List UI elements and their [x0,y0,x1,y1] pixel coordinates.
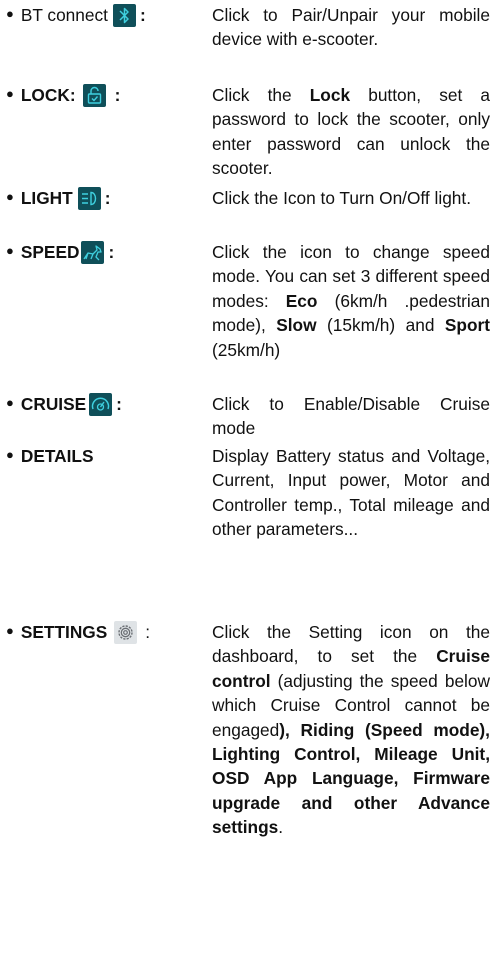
term-label: SPEED [20,241,80,262]
term-label: SETTINGS [20,621,108,642]
feature-term: ● LOCK: : [6,83,120,107]
feature-term: ● CRUISE : [6,392,122,416]
description-bold-text: Slow [276,315,317,336]
term-label: LIGHT [20,187,73,208]
description-text: (25km/h) [212,339,281,360]
horse-speed-icon [81,240,105,264]
feature-description: Click the Icon to Turn On/Off light. [212,186,490,210]
description-text: Click the Icon to Turn On/Off light. [212,188,472,208]
headlight-icon [77,186,101,210]
feature-description: Click the Lock button, set a password to… [212,83,490,181]
description-text: Display Battery status and Voltage, Curr… [212,446,490,540]
description-text: Click to Pair/Unpair your mobile device … [212,5,490,50]
term-label: LOCK [20,84,70,105]
feature-description: Click to Enable/Disable Cruise mode [212,392,490,441]
feature-description: Display Battery status and Voltage, Curr… [212,444,490,542]
settings-gear-icon [114,620,138,644]
description-bold-text: Lock [309,85,351,105]
term-label: BT connect [20,4,108,25]
description-text: Click the [212,85,310,105]
lock-icon [82,83,106,107]
description-bold-text: Eco [285,290,318,311]
description-text: . [278,817,284,838]
feature-description: Click the Setting icon on the dashboard,… [212,620,490,840]
feature-term: ● DETAILS [6,444,94,468]
description-bold-text: Sport [444,315,490,336]
feature-description: Click to Pair/Unpair your mobile device … [212,3,490,52]
feature-term: ● BT connect : [6,3,146,27]
description-text: Click to Enable/Disable Cruise mode [212,394,490,439]
bluetooth-icon [112,3,136,27]
term-label: CRUISE [20,393,87,414]
feature-term: ● SPEED : [6,240,114,264]
feature-term: ● SETTINGS : [6,620,150,644]
cruise-gauge-icon [89,392,113,416]
term-label: DETAILS [20,445,94,466]
description-text: (15km/h) and [316,315,445,336]
feature-description: Click the icon to change speed mode. You… [212,240,490,362]
feature-term: ● LIGHT : [6,186,110,210]
